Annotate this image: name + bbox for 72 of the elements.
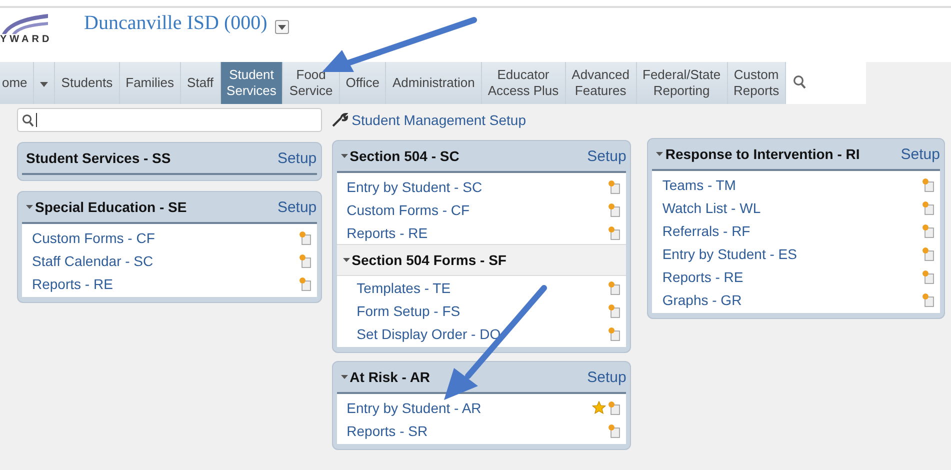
setup-link[interactable]: Setup [277,198,317,216]
panel-title: Special Education - SE [35,199,188,215]
report-icon[interactable] [922,246,934,260]
report-icon[interactable] [608,326,620,340]
report-icon[interactable] [922,178,934,192]
collapse-icon[interactable] [342,258,352,262]
menu-link[interactable]: Form Setup - FS [356,302,460,318]
report-icon[interactable] [922,270,934,284]
caret-icon [40,82,48,87]
panel-title: Response to Intervention - RI [665,146,861,162]
menu-link[interactable]: Staff Calendar - SC [32,252,154,268]
menu-link[interactable]: Reports - SR [346,422,428,438]
star-icon[interactable] [592,401,606,414]
nav-tab[interactable]: Office [340,62,386,104]
menu-link[interactable]: Reports - RE [662,268,744,284]
setup-link[interactable]: Setup [587,368,626,386]
report-icon[interactable] [608,424,620,438]
nav-tab[interactable]: Administration [386,62,482,104]
collapse-icon[interactable] [26,205,35,209]
district-title[interactable]: Duncanville ISD (000) [84,12,268,35]
report-icon[interactable] [922,292,934,306]
menu-link[interactable]: Entry by Student - ES [662,246,797,262]
report-icon[interactable] [608,304,620,318]
nav-tab[interactable]: Student Services [220,62,284,104]
menu-link[interactable]: Custom Forms - CF [346,202,470,218]
search-icon [22,114,34,126]
report-icon[interactable] [608,280,620,294]
nav-tab[interactable]: Advanced Features [566,62,636,104]
menu-link[interactable]: Entry by Student - SC [346,178,482,194]
menu-link[interactable]: Templates - TE [356,280,451,296]
dropdown-icon[interactable] [275,20,290,34]
collapse-icon[interactable] [340,154,350,158]
collapse-icon[interactable] [656,152,666,156]
report-icon[interactable] [298,230,311,244]
wrench-icon [332,113,348,127]
caret-button[interactable] [34,62,56,104]
panel-title: Section 504 - SC [350,148,460,164]
nav-tab[interactable]: Educator Access Plus [482,62,566,104]
menu-link[interactable]: Reports - RE [346,224,428,240]
report-icon[interactable] [922,200,934,214]
nav-tab[interactable]: Food Service [283,62,340,104]
report-icon[interactable] [608,202,620,216]
menu-link[interactable]: Watch List - WL [662,200,761,216]
nav-tab[interactable]: Custom Reports [728,62,786,104]
panel-title: At Risk - AR [350,369,432,385]
report-icon[interactable] [608,226,620,240]
report-icon[interactable] [298,254,311,268]
report-icon[interactable] [608,180,620,194]
menu-link[interactable]: Referrals - RF [662,222,750,238]
nav-tab[interactable]: ome [0,62,34,104]
setup-link[interactable]: Setup [587,148,626,164]
report-icon[interactable] [608,400,620,414]
nav-tab[interactable]: Students [55,62,120,104]
collapse-icon[interactable] [340,375,350,379]
report-icon[interactable] [298,276,311,290]
search-icon [792,74,806,88]
menu-link[interactable]: Reports - RE [32,276,113,292]
menu-link[interactable]: Graphs - GR [662,292,742,308]
setup-link[interactable]: Setup [277,150,317,166]
nav-tab[interactable]: Staff [181,62,221,104]
menu-link[interactable]: Custom Forms - CF [32,230,155,246]
setup-link[interactable]: Setup [900,146,940,162]
setup-link[interactable]: Student Management Setup [352,112,526,128]
report-icon[interactable] [922,224,934,238]
menu-link[interactable]: Teams - TM [662,176,736,192]
menu-link[interactable]: Entry by Student - AR [346,400,482,416]
panel-title: Student Services - SS [26,150,172,166]
nav-tab[interactable]: Federal/State Reporting [636,62,728,104]
search-field[interactable] [17,108,322,132]
logo: YWARD [0,6,70,45]
section-title: Section 504 Forms - SF [352,252,508,268]
nav-tab[interactable]: Families [120,62,182,104]
